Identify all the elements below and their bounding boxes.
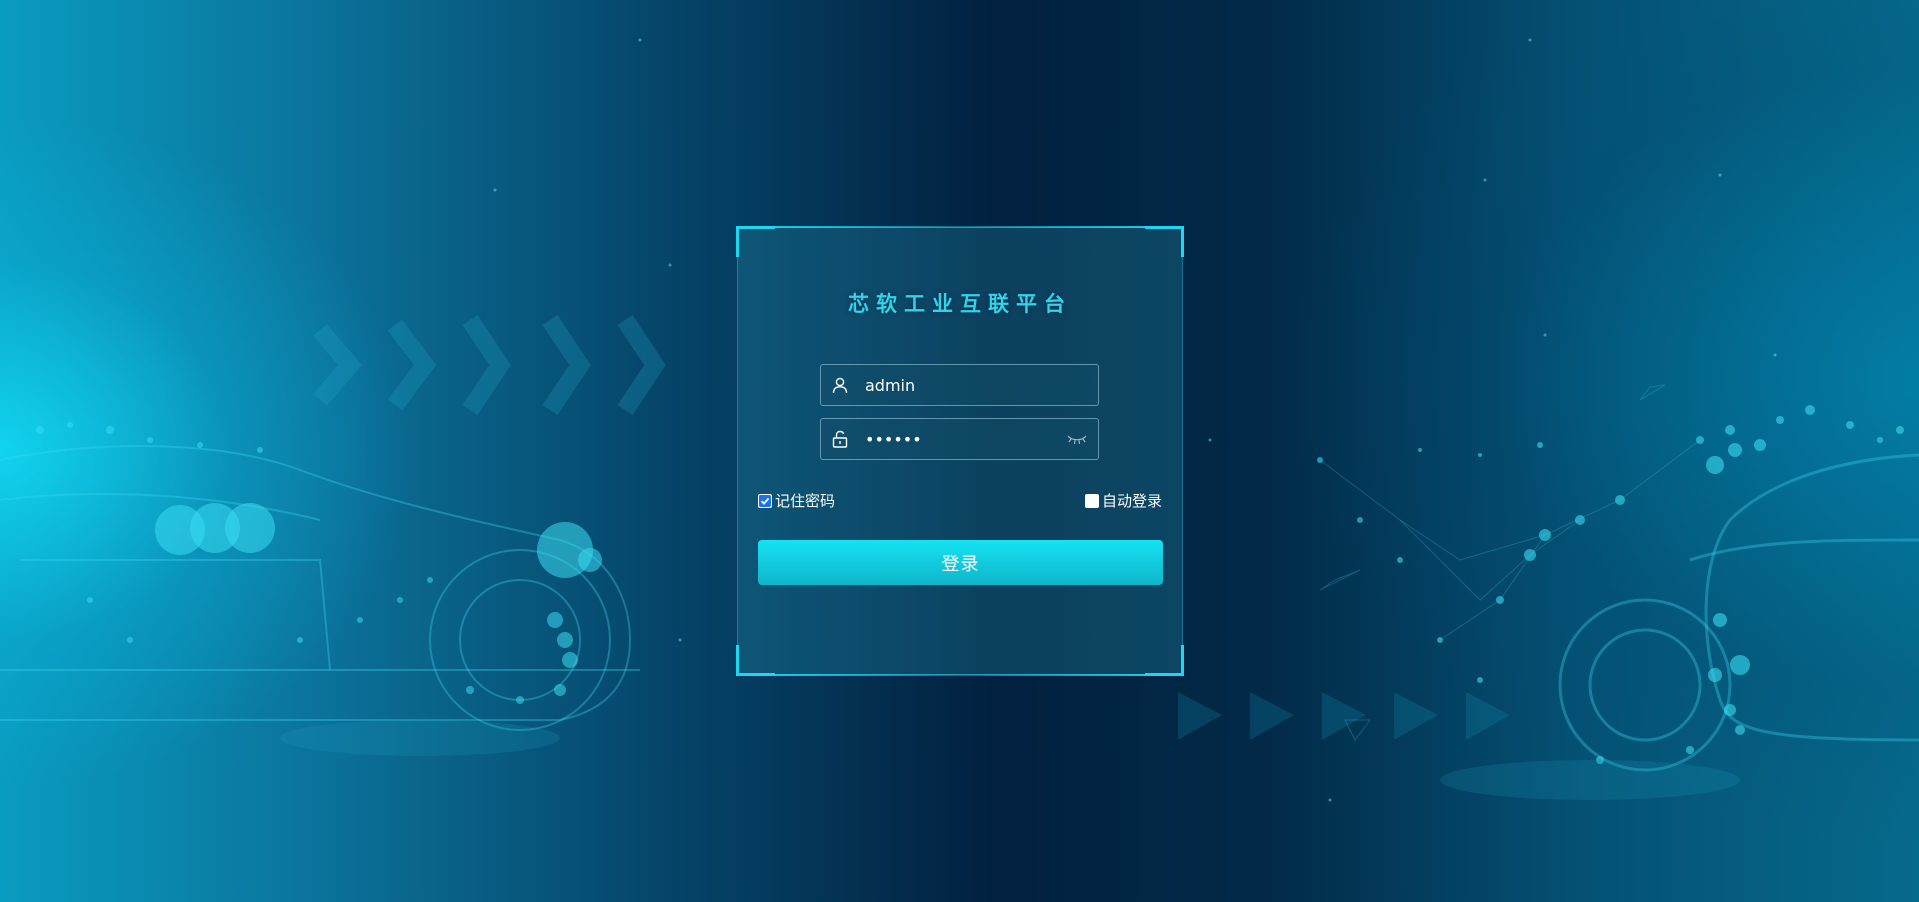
login-button[interactable]: 登录 — [758, 540, 1163, 585]
auto-login-checkbox-box[interactable] — [1084, 493, 1099, 508]
auto-login-checkbox[interactable]: 自动登录 — [1084, 490, 1162, 511]
card-corner-bottom-left — [736, 645, 775, 676]
password-field[interactable] — [820, 418, 1099, 460]
network-lines — [1319, 384, 1701, 741]
right-car-wireframe — [1558, 453, 1919, 772]
eye-closed-icon[interactable] — [1066, 432, 1088, 446]
auto-login-label: 自动登录 — [1101, 492, 1162, 510]
password-input[interactable] — [865, 419, 1065, 459]
card-corner-top-left — [736, 226, 775, 257]
ground-shadows — [280, 720, 1740, 800]
chevron-decoration — [313, 315, 666, 415]
unlock-icon — [832, 430, 848, 448]
left-car-wireframe — [0, 445, 640, 731]
card-edge-bottom — [774, 674, 1146, 676]
left-car-dots — [36, 422, 602, 704]
remember-checkbox-box[interactable] — [758, 493, 772, 508]
card-corner-top-right — [1145, 226, 1184, 257]
checkmark-icon — [759, 494, 771, 507]
remember-password-label: 记住密码 — [775, 492, 836, 510]
username-field[interactable] — [820, 364, 1099, 406]
card-edge-top — [774, 226, 1146, 228]
triangle-decoration — [1178, 692, 1510, 740]
username-input[interactable] — [865, 365, 1065, 405]
login-title: 芯软工业互联平台 — [848, 292, 1072, 316]
card-corner-bottom-right — [1145, 645, 1184, 676]
login-card: 芯软工业互联平台 记住密码 — [736, 226, 1184, 676]
right-car-dots — [1317, 405, 1904, 764]
user-icon — [832, 377, 848, 394]
remember-password-checkbox[interactable]: 记住密码 — [758, 490, 835, 511]
